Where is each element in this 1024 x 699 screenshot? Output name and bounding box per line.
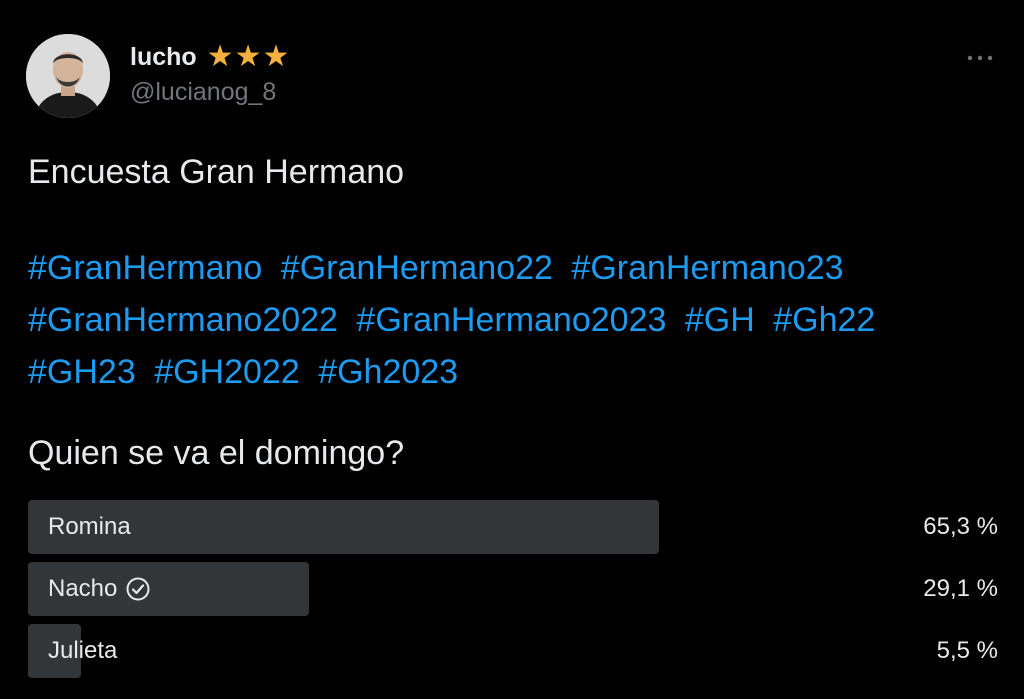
poll-option-percent: 5,5 % [936, 637, 998, 664]
poll-option-label: Nacho [48, 562, 151, 616]
hashtag-list: #GranHermano #GranHermano22 #GranHermano… [28, 242, 1003, 398]
poll-option-julieta[interactable]: Julieta 5,5 % [28, 624, 998, 678]
hashtag-link[interactable]: #GranHermano [28, 249, 262, 287]
hashtag-link[interactable]: #GranHermano2023 [356, 301, 666, 339]
poll-option-percent: 29,1 % [923, 575, 998, 602]
poll-option-label: Julieta [48, 624, 117, 678]
hashtag-link[interactable]: #GranHermano22 [281, 249, 553, 287]
more-horizontal-icon [967, 55, 993, 61]
poll-option-text: Romina [48, 513, 131, 540]
user-handle[interactable]: @lucianog_8 [130, 78, 276, 107]
hashtag-link[interactable]: #GH23 [28, 353, 136, 391]
poll-option-label: Romina [48, 500, 131, 554]
more-options-button[interactable] [960, 46, 1000, 70]
avatar[interactable] [26, 34, 110, 118]
hashtag-link[interactable]: #Gh2023 [318, 353, 458, 391]
poll-option-text: Nacho [48, 575, 118, 602]
hashtag-link[interactable]: #Gh22 [773, 301, 875, 339]
hashtag-link[interactable]: #GH2022 [154, 353, 300, 391]
hashtag-link[interactable]: #GranHermano2022 [28, 301, 338, 339]
display-name[interactable]: lucho ★★★ [130, 42, 290, 72]
poll-option-romina[interactable]: Romina 65,3 % [28, 500, 998, 554]
display-name-text: lucho [130, 42, 197, 71]
poll-option-nacho[interactable]: Nacho 29,1 % [28, 562, 998, 616]
avatar-image [26, 34, 110, 118]
check-circle-icon [126, 577, 150, 601]
stars-icon: ★★★ [206, 40, 291, 73]
poll-option-percent: 65,3 % [923, 513, 998, 540]
hashtag-link[interactable]: #GH [685, 301, 755, 339]
hashtag-link[interactable]: #GranHermano23 [571, 249, 843, 287]
poll-question: Quien se va el domingo? [28, 434, 405, 472]
tweet-text: Encuesta Gran Hermano [28, 153, 405, 191]
poll: Romina 65,3 % Nacho 29,1 % Julieta 5,5 % [28, 500, 998, 686]
poll-option-text: Julieta [48, 637, 118, 664]
